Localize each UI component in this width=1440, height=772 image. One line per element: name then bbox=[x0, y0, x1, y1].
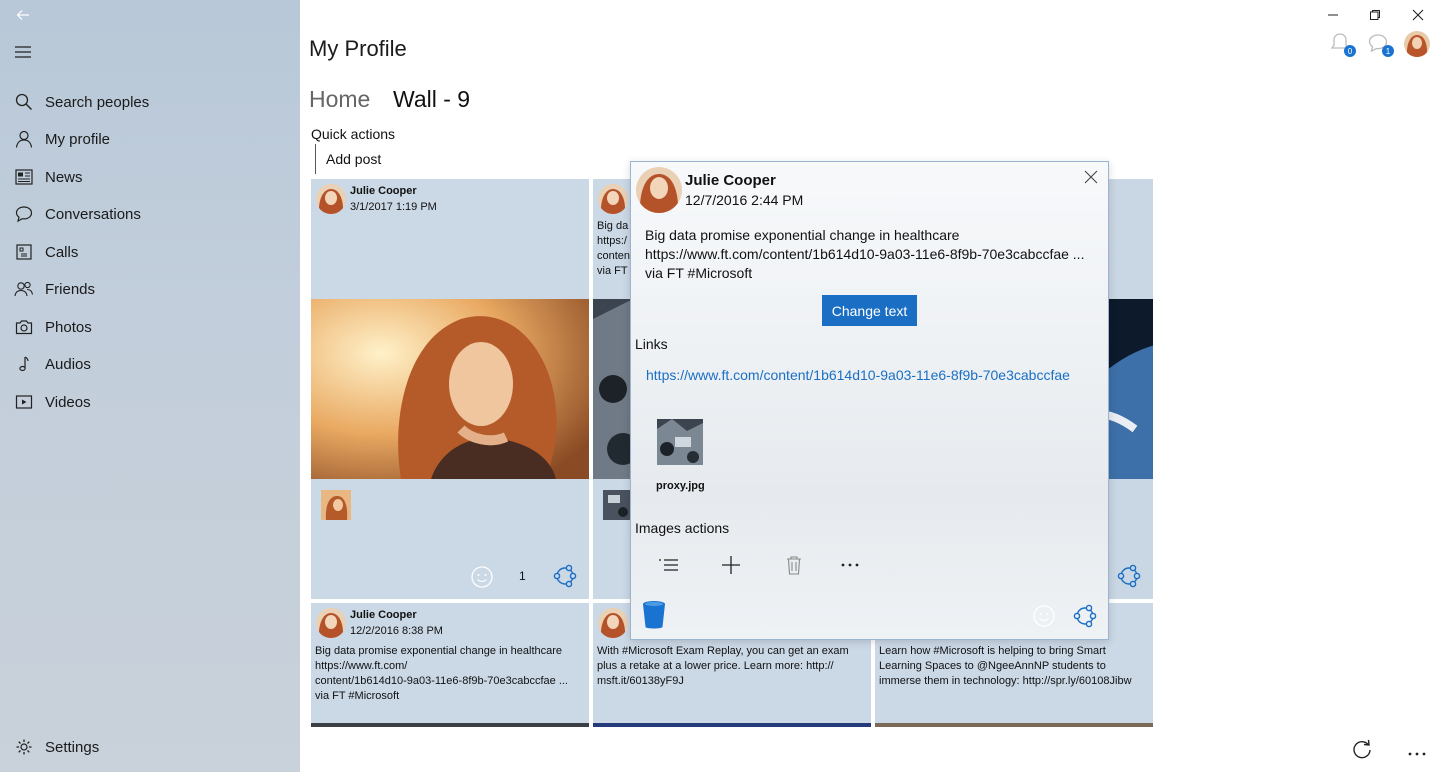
sidebar-item-label: News bbox=[45, 168, 83, 186]
image-thumbnail[interactable] bbox=[657, 419, 703, 465]
post-link[interactable]: https://www.ft.com/content/1b614d10-9a03… bbox=[646, 367, 1070, 383]
close-icon[interactable] bbox=[1084, 170, 1100, 186]
dialog-date: 12/7/2016 2:44 PM bbox=[685, 192, 804, 208]
list-icon[interactable] bbox=[655, 553, 681, 577]
post-author: Julie Cooper bbox=[350, 609, 417, 621]
sidebar-item-news[interactable]: News bbox=[0, 159, 300, 195]
refresh-icon bbox=[1353, 739, 1371, 759]
smiley-icon[interactable] bbox=[470, 565, 494, 594]
people-icon bbox=[13, 278, 35, 300]
sidebar-item-videos[interactable]: Videos bbox=[0, 384, 300, 420]
post-text: Learn how #Microsoft is helping to bring… bbox=[879, 645, 1132, 687]
avatar bbox=[598, 184, 628, 214]
sidebar-item-settings[interactable]: Settings bbox=[0, 729, 300, 765]
messages-badge: 1 bbox=[1382, 45, 1394, 57]
post-detail-dialog: Julie Cooper 12/7/2016 2:44 PM Big data … bbox=[630, 161, 1109, 640]
smiley-icon[interactable] bbox=[1032, 604, 1056, 633]
more-icon bbox=[1408, 752, 1426, 756]
avatar bbox=[316, 608, 346, 638]
post-date: 12/2/2016 8:38 PM bbox=[350, 625, 443, 637]
images-actions-heading: Images actions bbox=[635, 520, 730, 536]
minimize-button[interactable] bbox=[1321, 4, 1345, 26]
chat-icon bbox=[13, 203, 35, 225]
share-icon[interactable] bbox=[1116, 563, 1142, 594]
recycle-bin-icon[interactable] bbox=[641, 600, 667, 635]
refresh-button[interactable] bbox=[1351, 739, 1373, 766]
messages-button[interactable]: 1 bbox=[1366, 31, 1394, 57]
gear-icon bbox=[13, 736, 35, 758]
sidebar-item-search-peoples[interactable]: Search peoples bbox=[0, 84, 300, 120]
sidebar-item-label: My profile bbox=[45, 130, 111, 148]
video-icon bbox=[13, 391, 35, 413]
page-title: My Profile bbox=[309, 36, 407, 61]
user-avatar[interactable] bbox=[1404, 31, 1430, 57]
avatar bbox=[636, 167, 682, 213]
post-card[interactable]: Julie Cooper 3/1/2017 1:19 PM 1 bbox=[311, 179, 589, 599]
notifications-badge: 0 bbox=[1344, 45, 1356, 57]
sidebar-item-label: Friends bbox=[45, 280, 96, 298]
thumbnail[interactable] bbox=[321, 490, 351, 520]
image-strip bbox=[311, 723, 589, 727]
post-text: With #Microsoft Exam Replay, you can get… bbox=[597, 645, 849, 687]
delete-icon[interactable] bbox=[781, 553, 807, 577]
sidebar-item-friends[interactable]: Friends bbox=[0, 271, 300, 307]
search-icon bbox=[13, 91, 35, 113]
settings-label: Settings bbox=[45, 738, 100, 756]
tab-wall[interactable]: Wall - 9 bbox=[393, 86, 470, 113]
back-icon[interactable] bbox=[12, 4, 34, 26]
thumbnail[interactable] bbox=[603, 490, 633, 520]
sidebar-item-my-profile[interactable]: My profile bbox=[0, 121, 300, 157]
post-author: Julie Cooper bbox=[350, 185, 417, 197]
more-options-icon[interactable] bbox=[837, 553, 863, 577]
share-icon[interactable] bbox=[552, 563, 578, 594]
change-text-button[interactable]: Change text bbox=[822, 295, 917, 326]
music-icon bbox=[13, 353, 35, 375]
sidebar-item-label: Audios bbox=[45, 355, 91, 373]
sidebar-item-photos[interactable]: Photos bbox=[0, 309, 300, 345]
news-icon bbox=[13, 166, 35, 188]
image-strip bbox=[593, 723, 871, 727]
post-photo[interactable] bbox=[311, 299, 589, 479]
phone-icon bbox=[13, 241, 35, 263]
avatar bbox=[316, 184, 346, 214]
sidebar-item-calls[interactable]: Calls bbox=[0, 234, 300, 270]
image-file-name: proxy.jpg bbox=[656, 480, 705, 492]
sidebar-item-label: Videos bbox=[45, 393, 91, 411]
restore-button[interactable] bbox=[1363, 4, 1387, 26]
share-icon[interactable] bbox=[1072, 603, 1098, 634]
sidebar: Search peoples My profile News Conversat… bbox=[0, 0, 300, 772]
dialog-author: Julie Cooper bbox=[685, 172, 776, 189]
sidebar-item-conversations[interactable]: Conversations bbox=[0, 196, 300, 232]
sidebar-item-label: Search peoples bbox=[45, 93, 150, 111]
post-text: Big data promise exponential change in h… bbox=[315, 645, 568, 702]
camera-icon bbox=[13, 316, 35, 338]
sidebar-item-label: Conversations bbox=[45, 205, 141, 223]
post-date: 3/1/2017 1:19 PM bbox=[350, 201, 437, 213]
sidebar-item-label: Calls bbox=[45, 243, 79, 261]
app-window: Search peoples My profile News Conversat… bbox=[0, 0, 1440, 772]
image-strip bbox=[875, 723, 1153, 727]
quick-actions-heading: Quick actions bbox=[311, 126, 396, 142]
close-window-button[interactable] bbox=[1406, 4, 1430, 26]
add-post-button[interactable]: Add post bbox=[315, 144, 381, 174]
person-icon bbox=[13, 128, 35, 150]
sidebar-item-label: Photos bbox=[45, 318, 92, 336]
add-icon[interactable] bbox=[718, 553, 744, 577]
hamburger-icon[interactable] bbox=[12, 41, 34, 63]
more-button[interactable] bbox=[1407, 745, 1427, 763]
sidebar-item-audios[interactable]: Audios bbox=[0, 346, 300, 382]
like-count: 1 bbox=[519, 569, 526, 583]
post-card[interactable]: Julie Cooper 12/2/2016 8:38 PM Big data … bbox=[311, 603, 589, 727]
avatar bbox=[598, 608, 628, 638]
dialog-text: Big data promise exponential change in h… bbox=[645, 227, 1085, 281]
links-heading: Links bbox=[635, 336, 668, 352]
notifications-button[interactable]: 0 bbox=[1328, 31, 1356, 57]
tab-home[interactable]: Home bbox=[309, 86, 370, 113]
